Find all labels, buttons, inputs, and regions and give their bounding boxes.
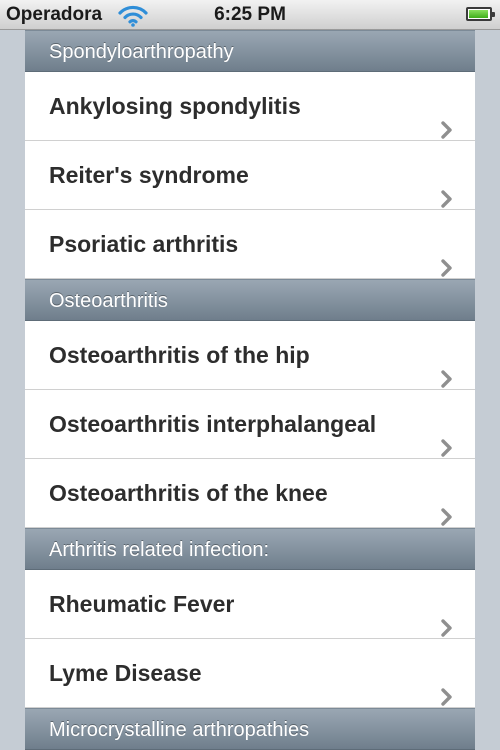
list-item[interactable]: Lyme Disease xyxy=(25,639,475,708)
list-item-label: Osteoarthritis interphalangeal xyxy=(49,411,377,437)
section-header: Spondyloarthropathy xyxy=(25,30,475,72)
list-item-label: Reiter's syndrome xyxy=(49,162,249,188)
battery-level xyxy=(469,10,488,18)
chevron-right-icon xyxy=(441,166,453,208)
list-item[interactable]: Rheumatic Fever xyxy=(25,570,475,639)
chevron-right-icon xyxy=(441,97,453,139)
chevron-right-icon xyxy=(441,664,453,706)
list-item[interactable]: Osteoarthritis of the hip xyxy=(25,321,475,390)
list-item[interactable]: Osteoarthritis of the knee xyxy=(25,459,475,528)
list-item[interactable]: Osteoarthritis interphalangeal xyxy=(25,390,475,459)
section-header: Microcrystalline arthropathies xyxy=(25,708,475,750)
section-header: Arthritis related infection: xyxy=(25,528,475,570)
chevron-right-icon xyxy=(441,415,453,457)
list-item[interactable]: Psoriatic arthritis xyxy=(25,210,475,279)
list-item-label: Osteoarthritis of the hip xyxy=(49,342,310,368)
grouped-list: Spondyloarthropathy Ankylosing spondyliti… xyxy=(25,30,475,750)
section-header: Osteoarthritis xyxy=(25,279,475,321)
chevron-right-icon xyxy=(441,235,453,277)
list-item[interactable]: Ankylosing spondylitis xyxy=(25,72,475,141)
list-item-label: Psoriatic arthritis xyxy=(49,231,239,257)
chevron-right-icon xyxy=(441,346,453,388)
list-item-label: Lyme Disease xyxy=(49,660,202,686)
list-item-label: Ankylosing spondylitis xyxy=(49,93,301,119)
list-item-label: Osteoarthritis of the knee xyxy=(49,480,328,506)
status-bar: Operadora 6:25 PM xyxy=(0,0,500,30)
table-view[interactable]: Spondyloarthropathy Ankylosing spondyliti… xyxy=(0,30,500,750)
battery-icon xyxy=(466,7,495,21)
list-item[interactable]: Reiter's syndrome xyxy=(25,141,475,210)
chevron-right-icon xyxy=(441,595,453,637)
chevron-right-icon xyxy=(441,484,453,526)
status-time: 6:25 PM xyxy=(214,4,286,25)
list-item-label: Rheumatic Fever xyxy=(49,591,235,617)
